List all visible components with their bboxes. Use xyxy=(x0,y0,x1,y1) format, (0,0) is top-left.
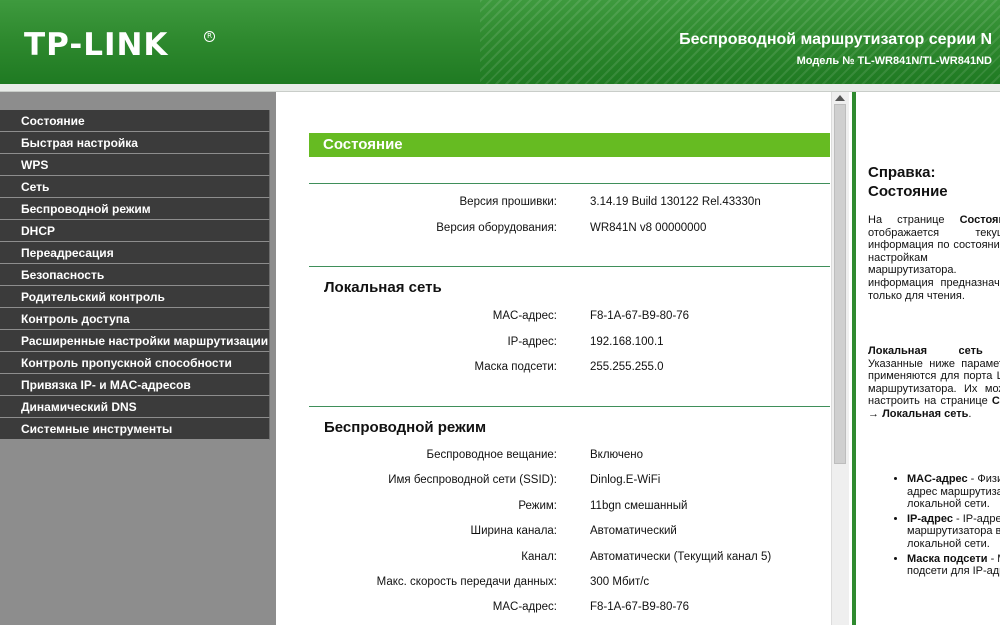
sidebar-top-spacer xyxy=(0,92,276,110)
help-bullet-term: Маска подсети xyxy=(907,552,988,565)
sidebar-item-wireless[interactable]: Беспроводной режим xyxy=(0,198,270,220)
help-lan-link-local[interactable]: Локальная сеть xyxy=(882,408,968,420)
header-divider xyxy=(0,84,1000,92)
sidebar-item-system-tools[interactable]: Системные инструменты xyxy=(0,418,270,440)
channel-label: Канал: xyxy=(521,551,557,563)
help-bullet-sep: - xyxy=(987,552,998,565)
hardware-label: Версия оборудования: xyxy=(436,222,557,234)
help-bullet-mac: MAC-адрес - Физический адрес маршрутизат… xyxy=(907,473,1000,511)
help-panel: Справка: Состояние На странице Состояние… xyxy=(852,92,1000,625)
wireless-mode-label: Режим: xyxy=(518,500,557,512)
sidebar-item-wps[interactable]: WPS xyxy=(0,154,270,176)
sidebar: Состояние Быстрая настройка WPS Сеть Бес… xyxy=(0,92,276,625)
wireless-broadcast-value: Включено xyxy=(590,449,644,461)
sidebar-item-network[interactable]: Сеть xyxy=(0,176,270,198)
help-lan-link-network[interactable]: Сеть xyxy=(992,395,1000,407)
divider xyxy=(309,406,830,407)
sidebar-item-dhcp[interactable]: DHCP xyxy=(0,220,270,242)
max-rate-label: Макс. скорость передачи данных: xyxy=(376,576,557,588)
help-title: Справка: xyxy=(868,164,936,181)
wireless-title: Беспроводной режим xyxy=(324,419,487,436)
header-banner: TP-LINK R Беспроводной маршрутизатор сер… xyxy=(0,0,1000,84)
sidebar-item-ip-mac-binding[interactable]: Привязка IP- и MAC-адресов xyxy=(0,374,270,396)
help-intro: На странице Состояние отображается текущ… xyxy=(868,214,1000,302)
help-lan-arrow: → xyxy=(868,407,883,420)
help-bullet-mask: Маска подсети - Маска подсети для IP-адр… xyxy=(907,553,1000,578)
lan-mac-label: MAC-адрес: xyxy=(492,310,557,322)
sidebar-item-dynamic-dns[interactable]: Динамический DNS xyxy=(0,396,270,418)
help-bullet-term: IP-адрес xyxy=(907,512,953,525)
status-section-title: Состояние xyxy=(309,133,830,157)
channel-width-value: Автоматический xyxy=(590,525,677,537)
ssid-value: Dinlog.E-WiFi xyxy=(590,474,661,486)
firmware-label: Версия прошивки: xyxy=(459,196,558,208)
main-scrollbar[interactable] xyxy=(831,92,849,625)
sidebar-item-quick-setup[interactable]: Быстрая настройка xyxy=(0,132,270,154)
tp-link-logo: TP-LINK xyxy=(24,27,169,63)
lan-ip-value: 192.168.100.1 xyxy=(590,336,664,348)
registered-mark: R xyxy=(204,31,215,42)
model-number: Модель № TL-WR841N/TL-WR841ND xyxy=(796,55,992,67)
scrollbar-thumb[interactable] xyxy=(834,104,846,464)
sidebar-item-status[interactable]: Состояние xyxy=(0,110,270,132)
channel-value: Автоматически (Текущий канал 5) xyxy=(590,551,772,563)
lan-mask-value: 255.255.255.0 xyxy=(590,361,664,373)
scroll-up-arrow-icon[interactable] xyxy=(835,95,845,101)
divider xyxy=(309,183,830,184)
help-bullet-ip: IP-адрес - IP-адрес маршрутизатора в лок… xyxy=(907,513,1000,551)
help-lan-period: . xyxy=(968,407,972,420)
wireless-broadcast-label: Беспроводное вещание: xyxy=(426,449,557,461)
wireless-mac-value: F8-1A-67-B9-80-76 xyxy=(590,601,690,613)
lan-title: Локальная сеть xyxy=(324,279,442,296)
main-content: Состояние Версия прошивки: 3.14.19 Build… xyxy=(279,92,831,625)
ssid-label: Имя беспроводной сети (SSID): xyxy=(388,474,557,486)
sidebar-menu: Состояние Быстрая настройка WPS Сеть Бес… xyxy=(0,110,276,440)
lan-ip-label: IP-адрес: xyxy=(507,336,557,348)
sidebar-item-parental-control[interactable]: Родительский контроль xyxy=(0,286,270,308)
max-rate-value: 300 Мбит/с xyxy=(590,576,650,588)
divider xyxy=(309,266,830,267)
hardware-value: WR841N v8 00000000 xyxy=(590,222,707,234)
help-subtitle: Состояние xyxy=(868,183,948,200)
sidebar-item-security[interactable]: Безопасность xyxy=(0,264,270,286)
help-bullet-term: MAC-адрес xyxy=(907,473,968,485)
firmware-value: 3.14.19 Build 130122 Rel.43330n xyxy=(590,196,761,208)
help-lan: Локальная сеть - Указанные ниже параметр… xyxy=(868,345,1000,421)
lan-mac-value: F8-1A-67-B9-80-76 xyxy=(590,310,690,322)
help-intro-bold: Состояние xyxy=(959,214,1000,226)
help-lan-heading: Локальная сеть xyxy=(868,345,983,357)
wireless-mac-label: MAC-адрес: xyxy=(492,601,557,613)
channel-width-label: Ширина канала: xyxy=(470,525,557,537)
help-bullet-list: MAC-адрес - Физический адрес маршрутизат… xyxy=(868,473,1000,580)
sidebar-item-advanced-routing[interactable]: Расширенные настройки маршрутизации xyxy=(0,330,270,352)
wireless-mode-value: 11bgn смешанный xyxy=(590,500,688,512)
help-bullet-sep: - xyxy=(952,512,963,525)
sidebar-item-access-control[interactable]: Контроль доступа xyxy=(0,308,270,330)
help-intro-prefix: На странице xyxy=(868,214,960,226)
sidebar-item-bandwidth-control[interactable]: Контроль пропускной способности xyxy=(0,352,270,374)
sidebar-item-forwarding[interactable]: Переадресация xyxy=(0,242,270,264)
help-bullet-sep: - xyxy=(967,473,978,485)
lan-mask-label: Маска подсети: xyxy=(474,361,557,373)
help-intro-rest: отображается текущая информация по состо… xyxy=(868,226,1000,302)
product-title: Беспроводной маршрутизатор серии N xyxy=(679,31,992,48)
